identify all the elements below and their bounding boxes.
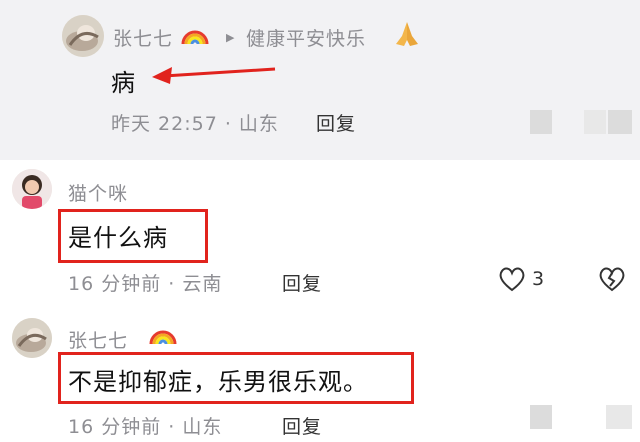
comment-text: 病 (111, 69, 136, 97)
dislike-broken-heart-icon[interactable] (598, 266, 626, 292)
reply-button[interactable]: 回复 (282, 269, 322, 296)
image-thumbnail[interactable] (530, 405, 552, 429)
like-count: 3 (532, 268, 545, 290)
reply-button[interactable]: 回复 (282, 412, 322, 439)
image-thumbnail[interactable] (584, 110, 606, 134)
comment-meta: 昨天 22:57 · 山东 (111, 113, 279, 135)
section-divider (0, 160, 640, 170)
annotation-arrow-icon (152, 67, 276, 84)
rainbow-icon (180, 22, 210, 46)
comment-meta: 16 分钟前 · 云南 (68, 273, 223, 295)
comment-text: 是什么病 (68, 224, 168, 252)
avatar[interactable] (62, 15, 104, 57)
author-name[interactable]: 张七七 (68, 326, 128, 353)
rainbow-icon (148, 322, 178, 346)
comment-meta: 16 分钟前 · 山东 (68, 416, 223, 438)
author-name[interactable]: 猫个咪 (68, 179, 128, 206)
image-thumbnail[interactable] (608, 110, 632, 134)
reply-to-name[interactable]: 健康平安快乐 (246, 24, 366, 51)
image-thumbnail[interactable] (606, 405, 632, 429)
image-thumbnail[interactable] (530, 110, 552, 134)
author-name[interactable]: 张七七 (113, 24, 173, 51)
like-heart-icon[interactable] (498, 266, 526, 292)
reply-arrow-icon: ▶ (226, 31, 235, 44)
praying-hands-icon (394, 20, 420, 48)
avatar[interactable] (12, 318, 52, 358)
avatar[interactable] (12, 169, 52, 209)
comment-text: 不是抑郁症，乐男很乐观。 (68, 368, 368, 396)
reply-button[interactable]: 回复 (316, 109, 356, 136)
